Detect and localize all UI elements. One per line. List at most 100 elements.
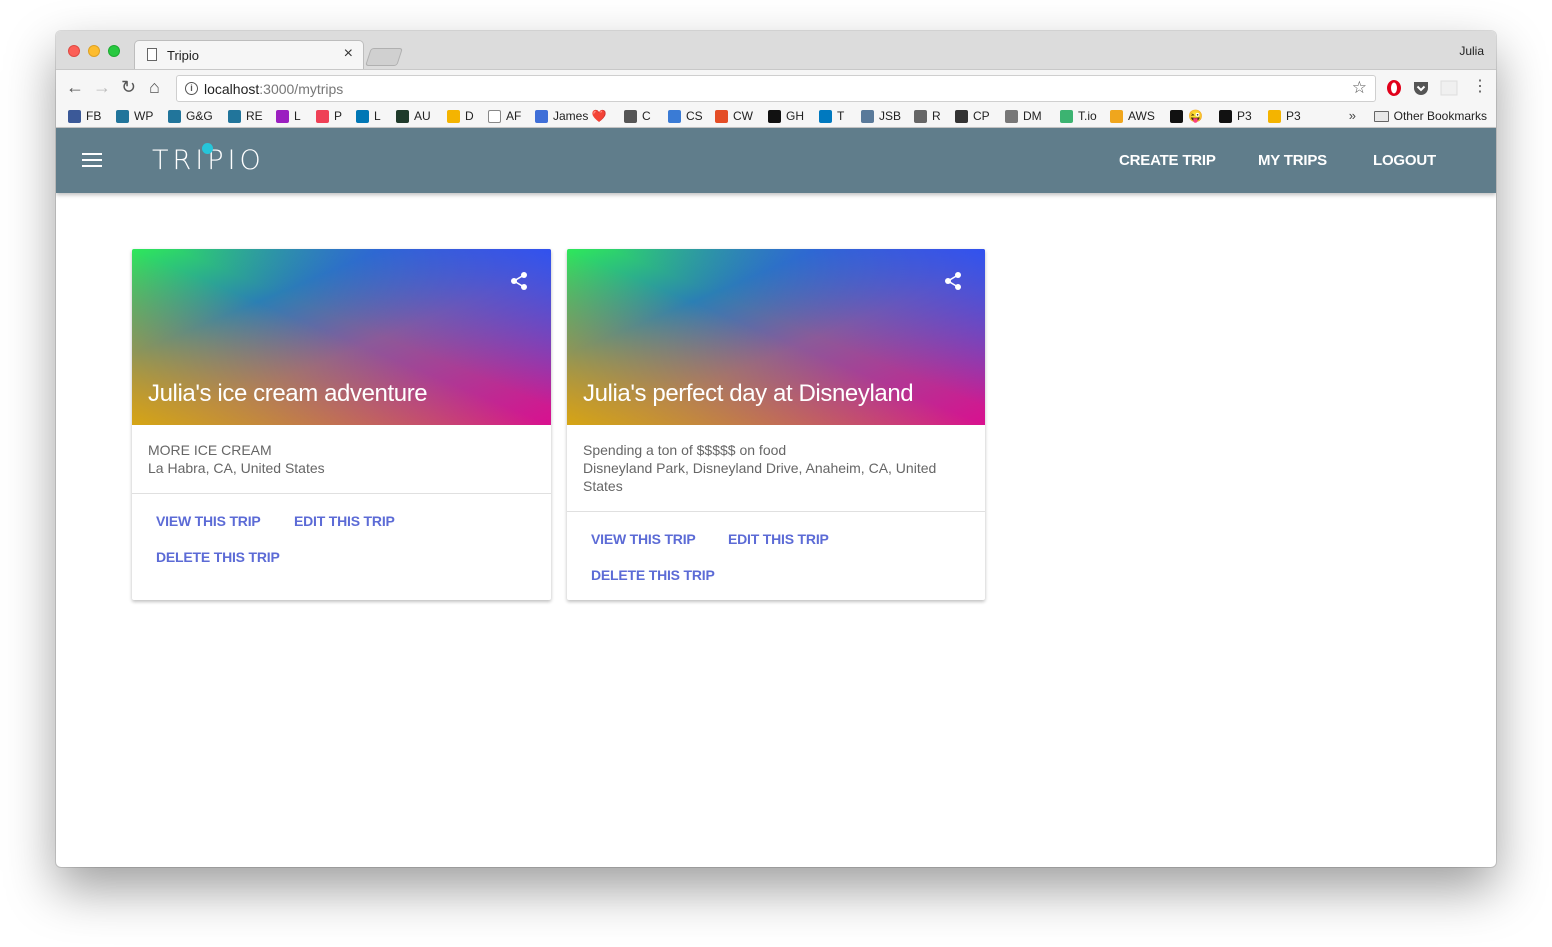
- bookmark-icon: [768, 109, 781, 123]
- browser-window: Tripio × Julia ← → ↻ ⌂ i localhost:3000/…: [56, 31, 1496, 867]
- other-bookmarks[interactable]: Other Bookmarks: [1373, 109, 1487, 123]
- bookmarks-more-icon[interactable]: »: [1349, 108, 1356, 123]
- edit-trip-button[interactable]: EDIT THIS TRIP: [294, 513, 395, 529]
- nav-logout[interactable]: LOGOUT: [1373, 152, 1436, 169]
- bookmark-icon: [861, 109, 874, 123]
- bookmark-icon: [488, 109, 501, 123]
- share-icon[interactable]: [509, 271, 529, 291]
- pocket-extension-icon[interactable]: [1412, 79, 1430, 97]
- bookmark-label: 😜: [1188, 109, 1203, 123]
- bookmarks-bar: FB WP G&G RE L P L AU D AF James ❤️ C CS CW GH T JSB R CP D…: [56, 106, 1496, 128]
- folder-icon: [1373, 110, 1389, 122]
- bookmark-item[interactable]: L: [356, 109, 381, 123]
- bookmark-icon: [168, 109, 181, 123]
- bookmark-star-icon[interactable]: ☆: [1352, 78, 1367, 98]
- hamburger-menu-icon[interactable]: [82, 153, 102, 167]
- bookmark-item[interactable]: G&G: [168, 109, 213, 123]
- bookmark-label: T.io: [1078, 109, 1097, 123]
- maximize-window-button[interactable]: [108, 45, 120, 57]
- bookmark-item[interactable]: P3: [1219, 109, 1252, 123]
- browser-menu-icon[interactable]: ⋮: [1472, 78, 1488, 96]
- trip-card: Julia's ice cream adventure MORE ICE CRE…: [132, 249, 551, 600]
- bookmark-item[interactable]: T.io: [1060, 109, 1097, 123]
- bookmark-label: AWS: [1128, 109, 1155, 123]
- edit-trip-button[interactable]: EDIT THIS TRIP: [728, 531, 829, 547]
- close-window-button[interactable]: [68, 45, 80, 57]
- bookmark-label: R: [932, 109, 941, 123]
- bookmark-item[interactable]: GH: [768, 109, 804, 123]
- bookmark-label: FB: [86, 109, 102, 123]
- home-icon[interactable]: ⌂: [149, 78, 160, 96]
- bookmark-item[interactable]: D: [447, 109, 474, 123]
- bookmark-label: DM: [1023, 109, 1042, 123]
- bookmark-item[interactable]: AWS: [1110, 109, 1155, 123]
- bookmark-icon: [668, 109, 681, 123]
- bookmark-label: RE: [246, 109, 263, 123]
- bookmark-item[interactable]: 😜: [1170, 109, 1203, 123]
- nav-create-trip[interactable]: CREATE TRIP: [1119, 152, 1216, 169]
- delete-trip-button[interactable]: DELETE THIS TRIP: [591, 567, 715, 583]
- profile-name[interactable]: Julia: [1459, 44, 1484, 58]
- url-text[interactable]: localhost:3000/mytrips: [204, 81, 343, 97]
- bookmark-item[interactable]: L: [276, 109, 301, 123]
- opera-extension-icon[interactable]: [1385, 79, 1403, 97]
- bookmark-icon: [356, 109, 369, 123]
- tab-title: Tripio: [167, 48, 200, 63]
- bookmark-label: P3: [1286, 109, 1301, 123]
- trip-details: Spending a ton of $$$$$ on food Disneyla…: [583, 441, 945, 495]
- tab-bar: Tripio × Julia: [56, 31, 1496, 69]
- bookmark-label: C: [642, 109, 651, 123]
- trip-details: MORE ICE CREAM La Habra, CA, United Stat…: [148, 441, 511, 477]
- bookmark-item[interactable]: P3: [1268, 109, 1301, 123]
- bookmark-item[interactable]: R: [914, 109, 941, 123]
- browser-tab[interactable]: Tripio ×: [134, 40, 364, 69]
- bookmark-icon: [316, 109, 329, 123]
- bookmark-item[interactable]: C: [624, 109, 651, 123]
- bookmark-icon: [396, 109, 409, 123]
- trip-title: Julia's ice cream adventure: [148, 380, 428, 407]
- bookmark-item[interactable]: James ❤️: [535, 109, 607, 123]
- reload-icon[interactable]: ↻: [121, 78, 136, 96]
- new-tab-button[interactable]: [365, 48, 403, 66]
- bookmark-item[interactable]: AU: [396, 109, 431, 123]
- bookmark-item[interactable]: JSB: [861, 109, 901, 123]
- share-icon[interactable]: [943, 271, 963, 291]
- trip-card: Julia's perfect day at Disneyland Spendi…: [567, 249, 985, 600]
- bookmark-item[interactable]: FB: [68, 109, 101, 123]
- trip-description: Spending a ton of $$$$$ on food: [583, 442, 787, 458]
- logo-dot: [202, 143, 213, 154]
- forward-icon[interactable]: →: [93, 78, 111, 96]
- view-trip-button[interactable]: VIEW THIS TRIP: [591, 531, 696, 547]
- bookmark-item[interactable]: WP: [116, 109, 153, 123]
- trip-location: Disneyland Park, Disneyland Drive, Anahe…: [583, 460, 937, 494]
- bookmark-label: T: [837, 109, 845, 123]
- bookmark-label: CS: [686, 109, 703, 123]
- address-bar[interactable]: i localhost:3000/mytrips ☆: [176, 75, 1376, 102]
- nav-my-trips[interactable]: MY TRIPS: [1258, 152, 1327, 169]
- bookmark-icon: [1219, 109, 1232, 123]
- bookmark-item[interactable]: P: [316, 109, 342, 123]
- back-icon[interactable]: ←: [66, 78, 84, 96]
- view-trip-button[interactable]: VIEW THIS TRIP: [156, 513, 261, 529]
- bookmark-item[interactable]: CS: [668, 109, 703, 123]
- info-icon[interactable]: i: [185, 82, 198, 95]
- bookmark-label: WP: [134, 109, 154, 123]
- bookmark-item[interactable]: AF: [488, 109, 521, 123]
- bookmark-icon: [1005, 109, 1018, 123]
- bookmark-label: CW: [733, 109, 753, 123]
- bookmark-item[interactable]: T: [819, 109, 844, 123]
- bookmark-item[interactable]: DM: [1005, 109, 1042, 123]
- bookmark-icon: [955, 109, 968, 123]
- bookmark-icon: [276, 109, 289, 123]
- ex-extension-icon[interactable]: [1440, 79, 1458, 97]
- tab-close-icon[interactable]: ×: [344, 45, 353, 63]
- minimize-window-button[interactable]: [88, 45, 100, 57]
- delete-trip-button[interactable]: DELETE THIS TRIP: [156, 549, 280, 565]
- bookmark-icon: [819, 109, 832, 123]
- bookmark-item[interactable]: RE: [228, 109, 263, 123]
- bookmark-item[interactable]: CP: [955, 109, 990, 123]
- bookmark-label: GH: [786, 109, 804, 123]
- bookmark-label: P3: [1237, 109, 1252, 123]
- bookmark-label: AU: [414, 109, 431, 123]
- bookmark-item[interactable]: CW: [715, 109, 753, 123]
